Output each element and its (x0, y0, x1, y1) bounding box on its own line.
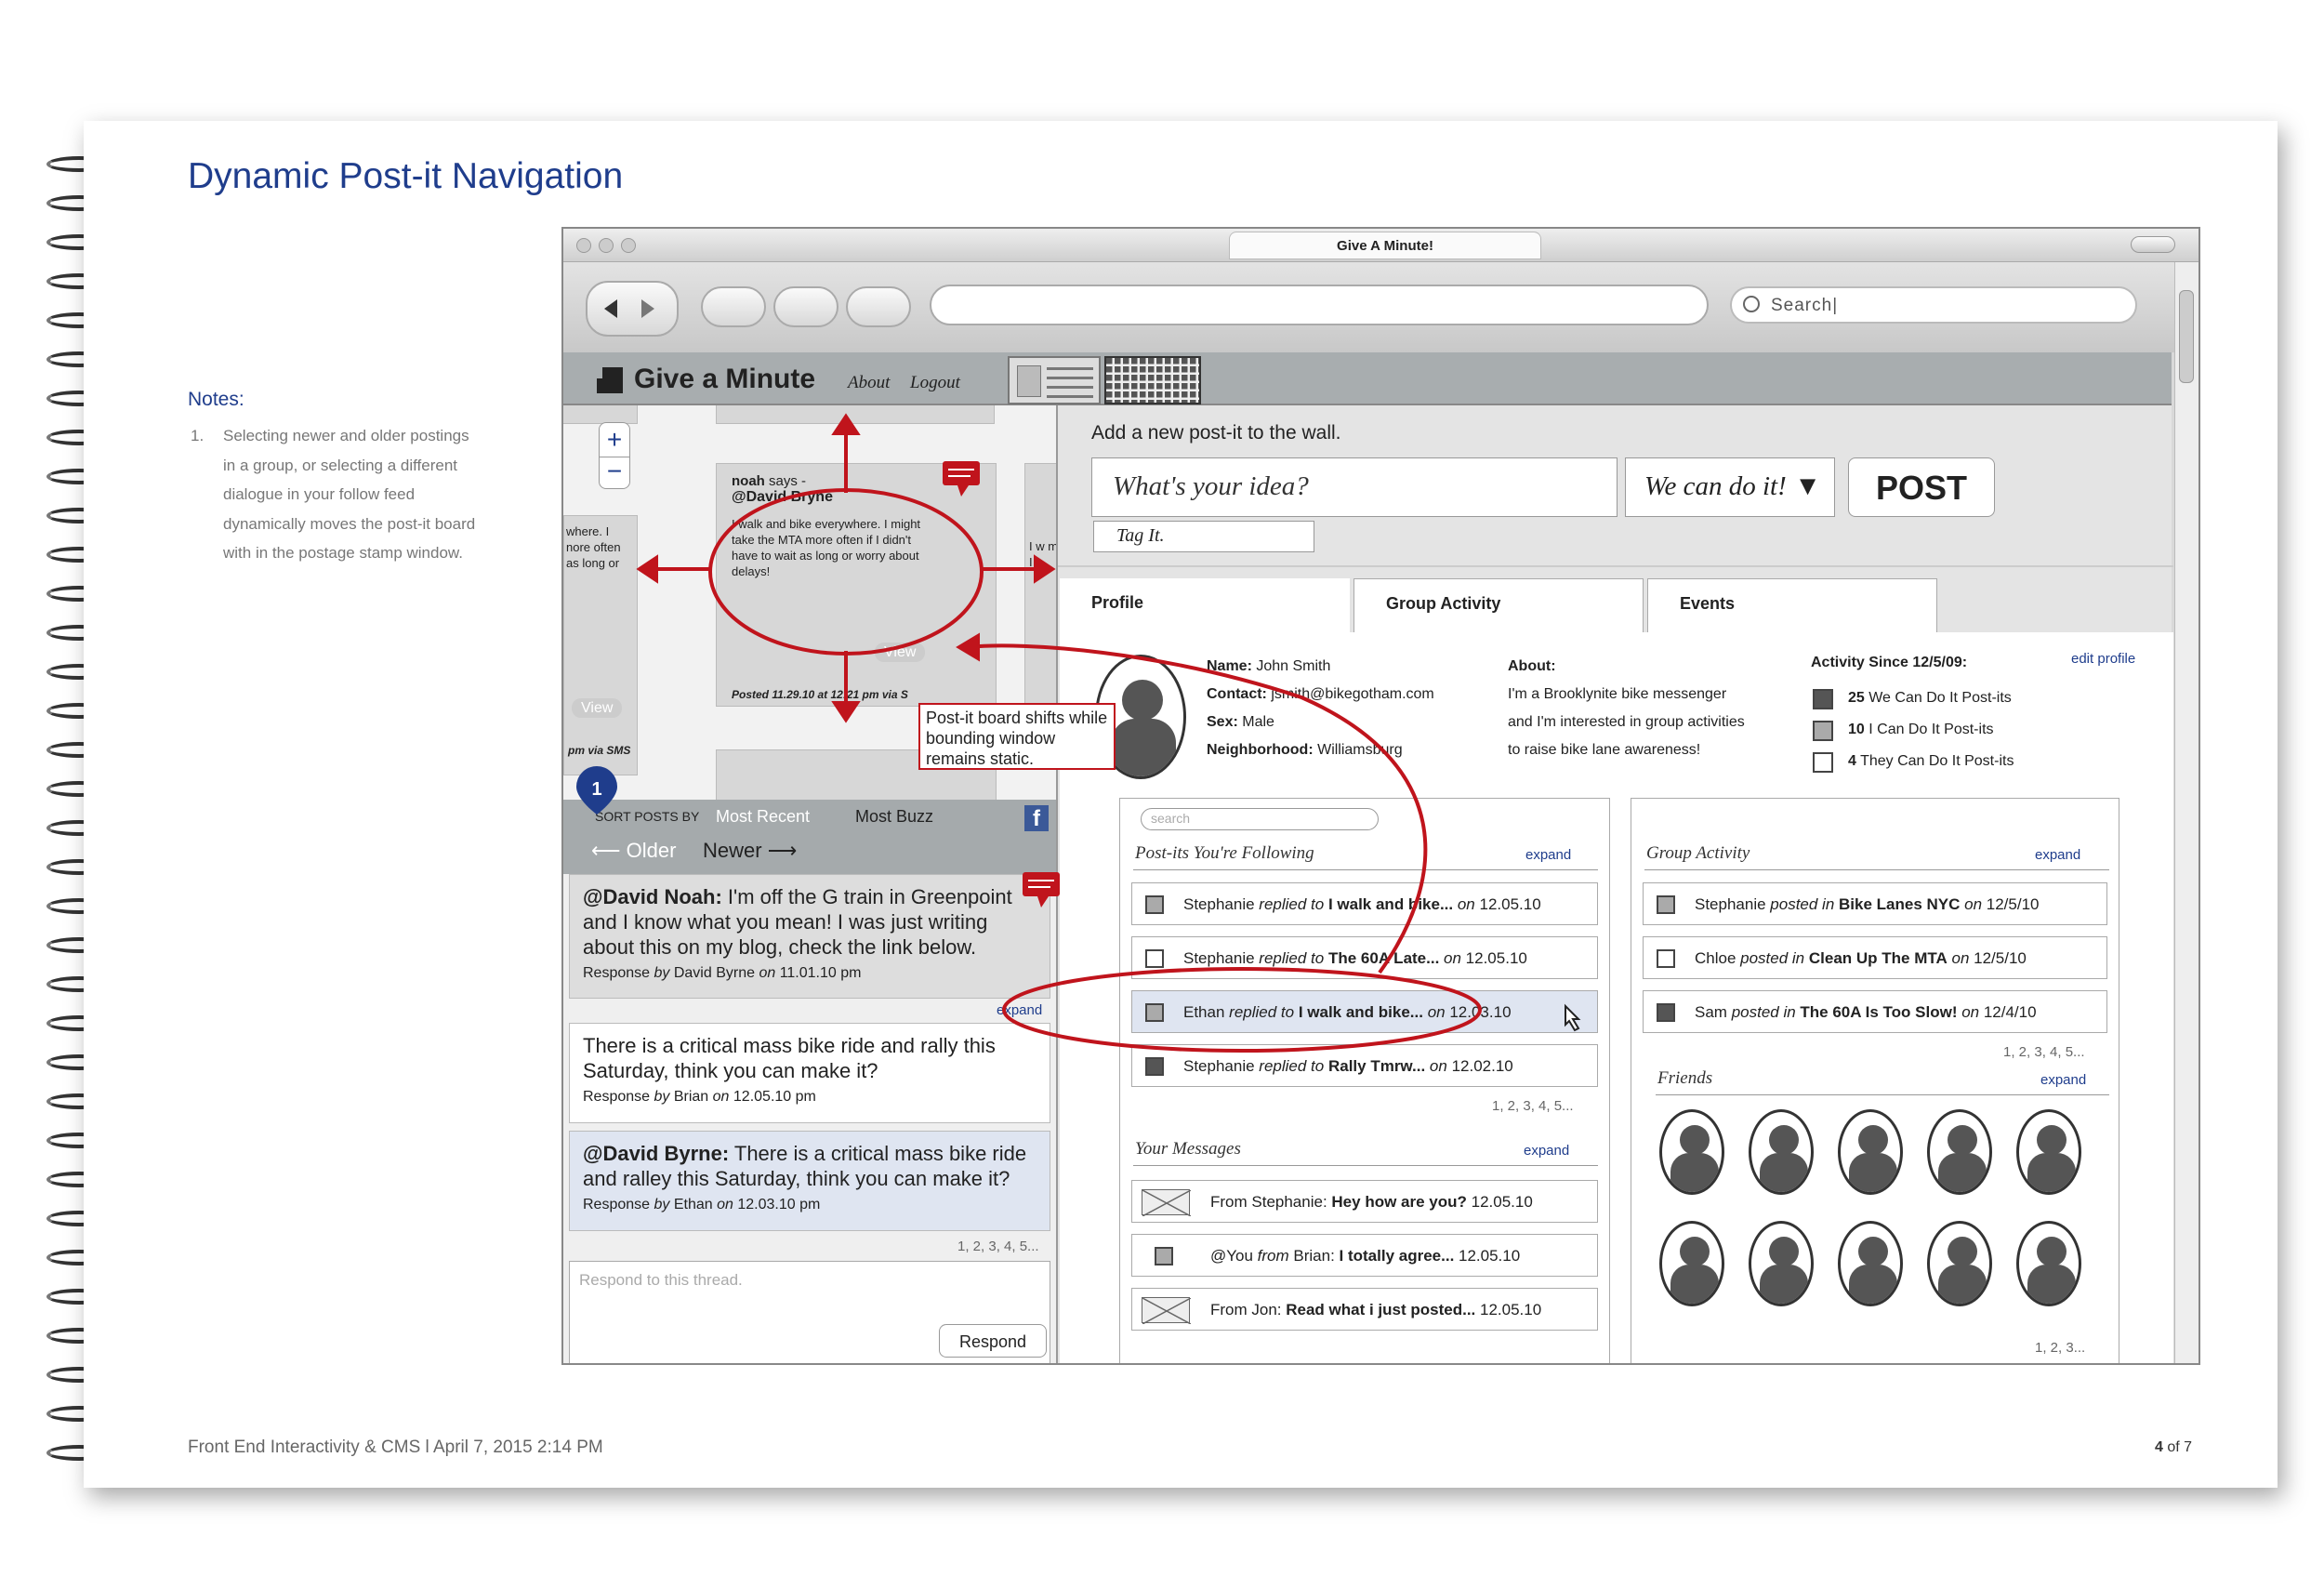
arrow-right-head (1034, 554, 1056, 584)
number-badge: 1 (576, 766, 617, 815)
speech-bubble-icon (943, 461, 980, 497)
svg-text:1: 1 (591, 779, 601, 800)
arrow-down-head (831, 701, 861, 723)
connector-curve (968, 643, 1428, 974)
arrow-up-head (831, 413, 861, 435)
highlight-ellipse-postit (708, 488, 984, 656)
cursor-hand-icon (1565, 1003, 1581, 1032)
connector-head (956, 632, 980, 662)
highlight-ellipse-item (1002, 967, 1482, 1053)
annotation-callout: Post-it board shifts while bounding wind… (918, 703, 1116, 770)
speech-bubble-icon (1023, 872, 1060, 908)
arrow-left-head (636, 554, 658, 584)
annotation-overlay: 1 (576, 413, 1581, 1053)
